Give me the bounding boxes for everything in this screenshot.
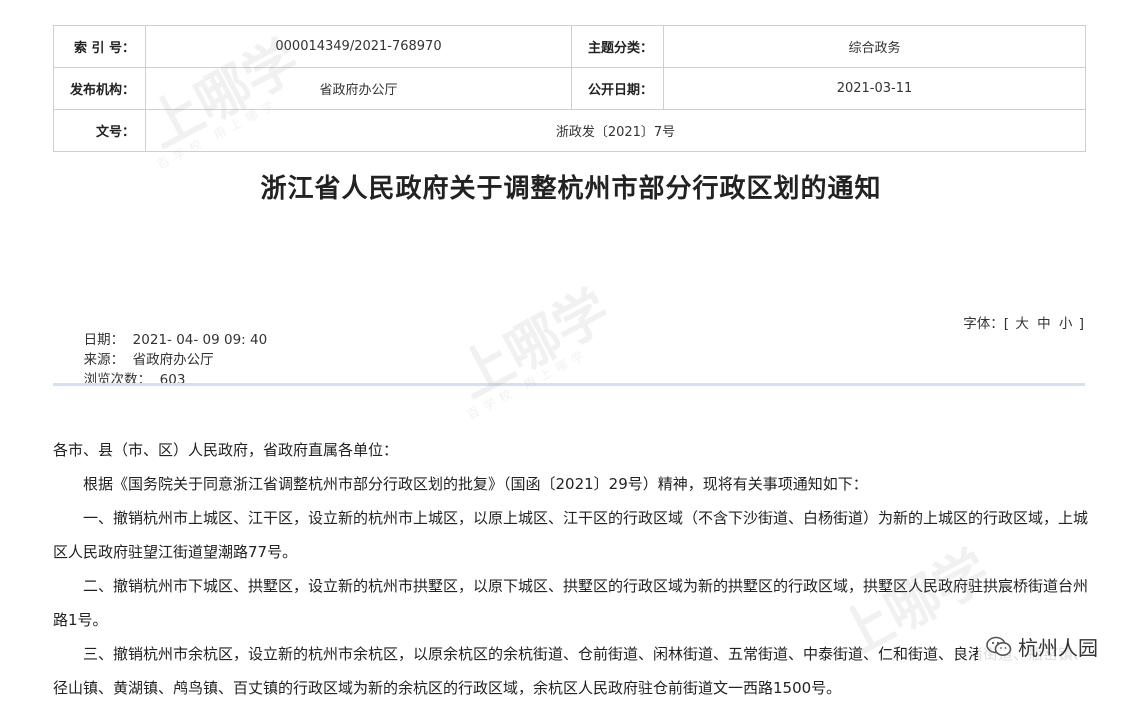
wechat-account-badge: 杭州人园: [978, 628, 1106, 665]
watermark: 上哪学: [447, 278, 620, 410]
bracket-close: ]: [1078, 316, 1084, 332]
topic-label: 主题分类：: [571, 25, 664, 68]
issuer-label: 发布机构：: [53, 67, 146, 110]
article-source: 来源： 省政府办公厅: [83, 352, 214, 368]
font-size-medium[interactable]: 中: [1037, 316, 1051, 332]
badge-text: 杭州人园: [1018, 636, 1098, 660]
pubdate-value: 2021-03-11: [663, 67, 1086, 110]
divider: [53, 383, 1085, 386]
page-title: 浙江省人民政府关于调整杭州市部分行政区划的通知: [260, 174, 882, 204]
font-size-label: 字体：: [963, 316, 1004, 332]
article-body: 各市、县（市、区）人民政府，省政府直属各单位： 根据《国务院关于同意浙江省调整杭…: [53, 433, 1093, 705]
meta-row-issuer: 发布机构： 省政府办公厅 公开日期： 2021-03-11: [53, 67, 1086, 110]
font-size-switcher: 字体：[ 大 中 小 ]: [963, 312, 1084, 332]
index-value: 000014349/2021-768970: [145, 25, 572, 68]
docno-label: 文号：: [53, 109, 146, 152]
document-meta-table: 索 引 号： 000014349/2021-768970 主题分类： 综合政务 …: [53, 25, 1086, 152]
meta-row-docno: 文号： 浙政发〔2021〕7号: [53, 109, 1086, 152]
article-info: 日期： 2021- 04- 09 09: 40 来源： 省政府办公厅 浏览次数：…: [75, 312, 281, 388]
paragraph-item-2: 二、撤销杭州市下城区、拱墅区，设立新的杭州市拱墅区，以原下城区、拱墅区的行政区域…: [53, 577, 1089, 629]
font-size-small[interactable]: 小: [1059, 316, 1073, 332]
pubdate-label: 公开日期：: [571, 67, 664, 110]
paragraph-intro: 根据《国务院关于同意浙江省调整杭州市部分行政区划的批复》（国函〔2021〕29号…: [83, 475, 868, 493]
salutation: 各市、县（市、区）人民政府，省政府直属各单位：: [53, 441, 399, 459]
bracket-open: [: [1003, 316, 1010, 332]
topic-value: 综合政务: [663, 25, 1086, 68]
font-size-large[interactable]: 大: [1015, 316, 1029, 332]
wechat-icon: [986, 636, 1012, 656]
issuer-value: 省政府办公厅: [145, 67, 572, 110]
paragraph-item-3: 三、撤销杭州市余杭区，设立新的杭州市余杭区，以原余杭区的余杭街道、仓前街道、闲林…: [53, 645, 1089, 697]
meta-row-index: 索 引 号： 000014349/2021-768970 主题分类： 综合政务: [53, 25, 1086, 68]
paragraph-item-1: 一、撤销杭州市上城区、江干区，设立新的杭州市上城区，以原上城区、江干区的行政区域…: [53, 509, 1089, 561]
publish-date: 日期： 2021- 04- 09 09: 40: [83, 332, 268, 348]
index-label: 索 引 号：: [53, 25, 146, 68]
docno-value: 浙政发〔2021〕7号: [145, 109, 1086, 152]
